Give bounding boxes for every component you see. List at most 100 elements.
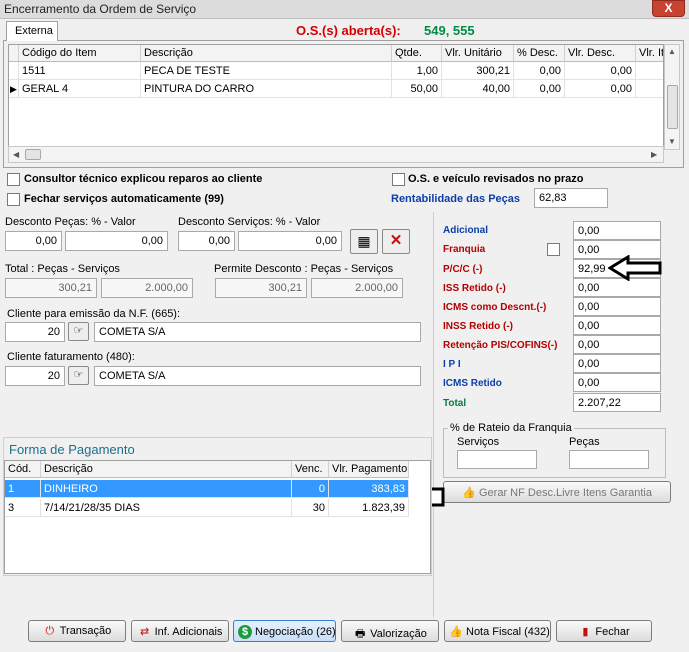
close-button[interactable]: X <box>652 0 685 17</box>
cliente-nf-code-field[interactable]: 20 <box>5 322 65 342</box>
icms-desc-field[interactable]: 0,00 <box>573 297 661 316</box>
cliente-fat-search-button[interactable]: ☞ <box>68 366 89 385</box>
inf-adicionais-button[interactable]: ⇄ Inf. Adicionais <box>131 620 229 642</box>
calculator-button[interactable]: ▦ <box>350 229 378 254</box>
col-header-descricao[interactable]: Descrição <box>141 45 392 62</box>
col-header-cod[interactable]: Cód. <box>5 461 41 478</box>
total-pecas-field: 300,21 <box>5 278 97 298</box>
rateio-pecas-field[interactable] <box>569 450 649 469</box>
desconto-pecas-valor-field[interactable]: 0,00 <box>65 231 168 251</box>
iss-label: ISS Retido (-) <box>443 283 506 294</box>
desconto-pecas-label: Desconto Peças: % - Valor <box>5 216 136 228</box>
tab-externa[interactable]: Externa <box>6 21 58 41</box>
valorizacao-button[interactable]: 🖶 Valorização <box>341 620 439 642</box>
table-cell[interactable]: 0,00 <box>565 62 636 80</box>
calculator-icon: ▦ <box>357 233 371 249</box>
hand-pointer-icon: ☞ <box>73 369 84 381</box>
rateio-title: % de Rateio da Franquia <box>448 422 574 434</box>
scroll-left-icon[interactable]: ◀ <box>13 150 19 159</box>
row-indicator-header <box>9 45 19 62</box>
rateio-servicos-field[interactable] <box>457 450 537 469</box>
ipi-label: I P I <box>443 359 461 370</box>
total-field[interactable]: 2.207,22 <box>573 393 661 412</box>
table-cell[interactable]: PECA DE TESTE <box>141 62 392 80</box>
hand-pointer-icon: ☞ <box>73 325 84 337</box>
fechar-button[interactable]: ▮ Fechar <box>556 620 652 642</box>
scroll-up-icon[interactable]: ▲ <box>668 47 676 56</box>
table-cell[interactable]: 1511 <box>19 62 141 80</box>
table-cell[interactable]: 0 <box>292 480 329 498</box>
vertical-scroll-thumb[interactable] <box>667 85 678 129</box>
table-cell[interactable]: 1 <box>5 480 41 498</box>
adicional-field[interactable]: 0,00 <box>573 221 661 240</box>
table-cell[interactable]: 3 <box>5 499 41 517</box>
items-vertical-scrollbar[interactable]: ▲ ▼ <box>664 44 680 150</box>
items-horizontal-scrollbar[interactable]: ◀ ▶ <box>8 146 664 163</box>
total-label: Total <box>443 398 467 409</box>
franquia-checkbox[interactable] <box>547 243 560 256</box>
table-cell[interactable]: 7/14/21/28/35 DIAS <box>41 499 292 517</box>
arrow-left-annotation-icon <box>608 255 662 281</box>
red-x-icon: ✕ <box>389 232 403 249</box>
transacao-button[interactable]: ⏻ Transação <box>28 620 126 642</box>
col-header-qtde[interactable]: Qtde. <box>392 45 442 62</box>
col-header-descricao[interactable]: Descrição <box>41 461 292 478</box>
table-cell[interactable]: DINHEIRO <box>41 480 292 498</box>
table-cell[interactable]: 0,00 <box>514 80 565 98</box>
col-header-vlr-desc[interactable]: Vlr. Desc. <box>565 45 636 62</box>
negociacao-button[interactable]: $ Negociação (26) <box>233 620 336 642</box>
table-cell[interactable]: 40,00 <box>442 80 514 98</box>
table-cell[interactable]: 0,00 <box>565 80 636 98</box>
items-table[interactable]: Código do Item Descrição Qtde. Vlr. Unit… <box>8 44 664 150</box>
rateio-pecas-label: Peças <box>569 436 600 448</box>
scroll-down-icon[interactable]: ▼ <box>668 137 676 146</box>
scroll-right-icon[interactable]: ▶ <box>651 150 657 159</box>
total-label: Total : Peças - Serviços <box>5 263 120 275</box>
table-cell[interactable]: 383,83 <box>329 480 409 498</box>
revisados-checkbox[interactable] <box>392 173 405 186</box>
table-cell[interactable]: 1.823,39 <box>329 499 409 517</box>
table-cell[interactable]: GERAL 4 <box>19 80 141 98</box>
table-cell[interactable] <box>636 62 663 80</box>
nota-fiscal-button[interactable]: 👍 Nota Fiscal (432) <box>444 620 551 642</box>
consultor-checkbox[interactable] <box>7 173 20 186</box>
cliente-fat-code-field[interactable]: 20 <box>5 366 65 386</box>
cliente-nf-search-button[interactable]: ☞ <box>68 322 89 341</box>
gerar-nf-button[interactable]: 👍 Gerar NF Desc.Livre Itens Garantia <box>443 481 671 503</box>
icms-desc-label: ICMS como Descnt.(-) <box>443 302 547 313</box>
table-cell[interactable] <box>636 80 663 98</box>
permite-desconto-label: Permite Desconto : Peças - Serviços <box>214 263 394 275</box>
table-cell[interactable]: 1,00 <box>392 62 442 80</box>
table-cell[interactable]: 30 <box>292 499 329 517</box>
horizontal-scroll-thumb[interactable] <box>25 149 41 160</box>
window-title-bar: Encerramento da Ordem de Serviço X <box>0 0 689 19</box>
col-header-codigo[interactable]: Código do Item <box>19 45 141 62</box>
table-cell[interactable]: 50,00 <box>392 80 442 98</box>
cliente-fat-name-field[interactable]: COMETA S/A <box>94 366 421 386</box>
icms-retido-label: ICMS Retido <box>443 378 502 389</box>
table-cell[interactable]: 300,21 <box>442 62 514 80</box>
rentabilidade-field[interactable]: 62,83 <box>534 188 608 208</box>
col-header-vlr-unitario[interactable]: Vlr. Unitário <box>442 45 514 62</box>
pagamento-table[interactable]: Cód. Descrição Venc. Vlr. Pagamento 1 DI… <box>4 460 431 574</box>
fechar-servicos-checkbox[interactable] <box>7 193 20 206</box>
thumb-up-icon: 👍 <box>449 626 463 638</box>
cliente-fat-label: Cliente faturamento (480): <box>7 351 135 363</box>
col-header-vlr-item[interactable]: Vlr. It <box>636 45 663 62</box>
pis-cofins-field[interactable]: 0,00 <box>573 335 661 354</box>
inss-field[interactable]: 0,00 <box>573 316 661 335</box>
desconto-servicos-pct-field[interactable]: 0,00 <box>178 231 235 251</box>
clear-discount-button[interactable]: ✕ <box>382 229 410 254</box>
col-header-pct-desc[interactable]: % Desc. <box>514 45 565 62</box>
pis-cofins-label: Retenção PIS/COFINS(-) <box>443 340 558 351</box>
icms-retido-field[interactable]: 0,00 <box>573 373 661 392</box>
table-cell[interactable]: 0,00 <box>514 62 565 80</box>
cliente-nf-name-field[interactable]: COMETA S/A <box>94 322 421 342</box>
desconto-servicos-valor-field[interactable]: 0,00 <box>238 231 342 251</box>
col-header-venc[interactable]: Venc. <box>292 461 329 478</box>
col-header-vlr-pagamento[interactable]: Vlr. Pagamento <box>329 461 409 478</box>
desconto-pecas-pct-field[interactable]: 0,00 <box>5 231 62 251</box>
gerar-nf-label: Gerar NF Desc.Livre Itens Garantia <box>478 487 652 499</box>
table-cell[interactable]: PINTURA DO CARRO <box>141 80 392 98</box>
ipi-field[interactable]: 0,00 <box>573 354 661 373</box>
